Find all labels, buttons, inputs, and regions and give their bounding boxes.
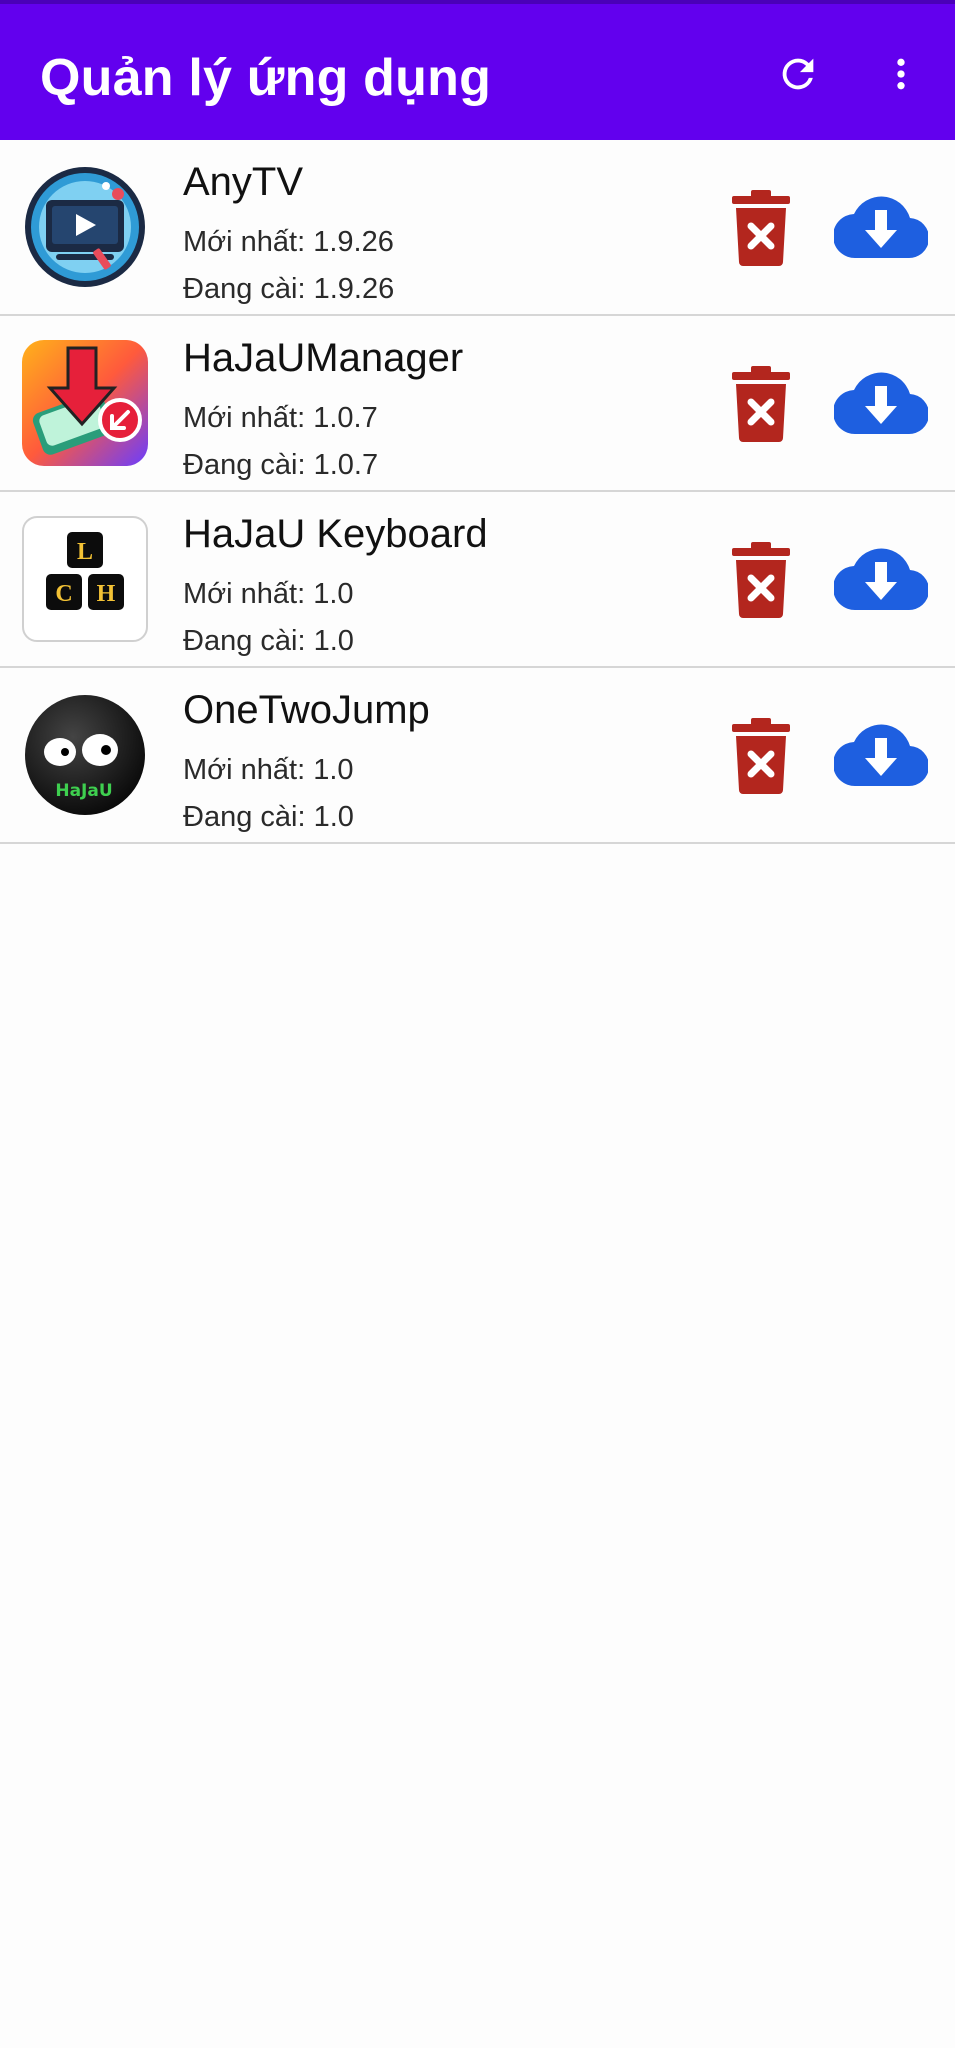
refresh-icon: [782, 58, 814, 90]
list-item-hajaumanager[interactable]: HaJaUManager Mới nhất: 1.0.7 Đang cài: 1…: [0, 316, 955, 492]
download-button[interactable]: [832, 544, 930, 612]
key-h-text: H: [97, 581, 116, 607]
installed-version: Đang cài: 1.9.26: [183, 273, 395, 305]
more-options-button[interactable]: [869, 42, 933, 106]
tv-player-app-icon: [22, 164, 148, 290]
more-vertical-icon: [897, 58, 905, 90]
app-list: AnyTV Mới nhất: 1.9.26 Đang cài: 1.9.26: [0, 140, 955, 844]
list-item-hajau-keyboard[interactable]: L C H HaJaU Keyboard Mới nhất: 1.0 Đang …: [0, 492, 955, 668]
key-c-text: C: [55, 581, 72, 607]
app-name: AnyTV: [183, 160, 304, 204]
installed-version: Đang cài: 1.0: [183, 625, 354, 657]
trash-delete-icon: [732, 542, 790, 618]
installed-version: Đang cài: 1.0.7: [183, 449, 379, 481]
list-item-anytv[interactable]: AnyTV Mới nhất: 1.9.26 Đang cài: 1.9.26: [0, 140, 955, 316]
app-name: HaJaU Keyboard: [183, 512, 488, 556]
cloud-download-icon: [832, 724, 930, 787]
trash-delete-icon: [732, 366, 790, 442]
uninstall-button[interactable]: [730, 366, 792, 442]
download-manager-app-icon: [22, 340, 148, 466]
page-title: Quản lý ứng dụng: [40, 49, 492, 107]
hajau-logo-text: HaJaU: [55, 781, 112, 801]
uninstall-button[interactable]: [730, 718, 792, 794]
refresh-button[interactable]: [766, 42, 830, 106]
app-name: OneTwoJump: [183, 688, 430, 732]
cloud-download-icon: [832, 196, 930, 259]
cloud-download-icon: [832, 548, 930, 611]
download-button[interactable]: [832, 192, 930, 260]
download-button[interactable]: [832, 368, 930, 436]
latest-version: Mới nhất: 1.0: [183, 578, 354, 610]
app-bar: Quản lý ứng dụng: [0, 0, 955, 140]
download-button[interactable]: [832, 720, 930, 788]
keyboard-app-icon: L C H: [22, 516, 148, 642]
cloud-download-icon: [832, 372, 930, 435]
app-name: HaJaUManager: [183, 336, 464, 380]
uninstall-button[interactable]: [730, 542, 792, 618]
installed-version: Đang cài: 1.0: [183, 801, 354, 833]
key-l-text: L: [77, 539, 93, 565]
trash-delete-icon: [732, 718, 790, 794]
uninstall-button[interactable]: [730, 190, 792, 266]
jump-game-app-icon: HaJaU: [22, 692, 148, 818]
trash-delete-icon: [732, 190, 790, 266]
latest-version: Mới nhất: 1.0: [183, 754, 354, 786]
list-item-onetwojump[interactable]: HaJaU OneTwoJump Mới nhất: 1.0 Đang cài:…: [0, 668, 955, 844]
latest-version: Mới nhất: 1.9.26: [183, 226, 394, 258]
latest-version: Mới nhất: 1.0.7: [183, 402, 378, 434]
